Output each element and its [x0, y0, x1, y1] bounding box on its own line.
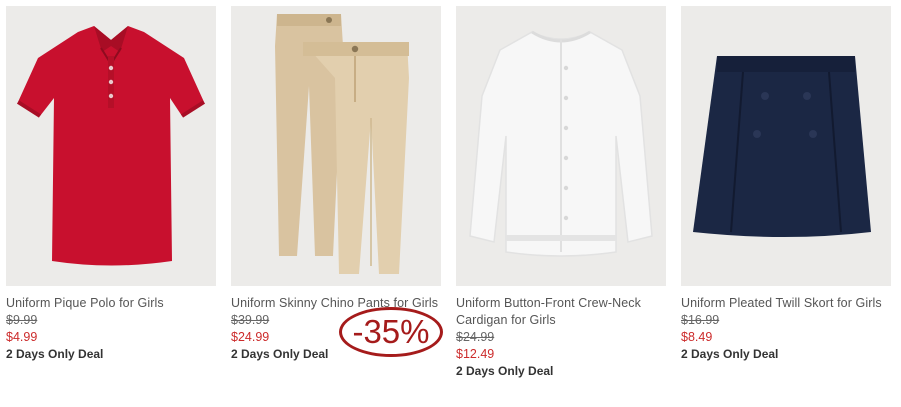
original-price: $16.99 — [681, 313, 720, 327]
product-card-skort[interactable]: Uniform Pleated Twill Skort for Girls $1… — [681, 6, 891, 362]
deal-label: 2 Days Only Deal — [6, 347, 104, 361]
product-image-chino-pants[interactable] — [231, 6, 441, 286]
sale-price: $4.99 — [6, 330, 38, 344]
chino-pants-image — [275, 14, 409, 274]
cardigan-image — [469, 30, 653, 257]
product-image-polo[interactable] — [6, 6, 216, 286]
product-image-skort[interactable] — [681, 6, 891, 286]
product-name[interactable]: Uniform Pleated Twill Skort for Girls — [681, 295, 891, 312]
original-price: $24.99 — [456, 330, 495, 344]
product-image-cardigan[interactable] — [456, 6, 666, 286]
sale-price: $8.49 — [681, 330, 713, 344]
product-name[interactable]: Uniform Pique Polo for Girls — [6, 295, 216, 312]
product-card-cardigan[interactable]: Uniform Button-Front Crew-Neck Cardigan … — [456, 6, 666, 379]
product-card-polo[interactable]: Uniform Pique Polo for Girls $9.99 $4.99… — [6, 6, 216, 362]
product-name[interactable]: Uniform Button-Front Crew-Neck Cardigan … — [456, 295, 666, 329]
sale-price: $12.49 — [456, 347, 495, 361]
deal-label: 2 Days Only Deal — [681, 347, 779, 361]
skort-image — [693, 56, 871, 237]
discount-badge: -35% — [339, 307, 443, 357]
original-price: $9.99 — [6, 313, 38, 327]
polo-shirt-image — [16, 26, 206, 266]
deal-label: 2 Days Only Deal — [456, 364, 554, 378]
